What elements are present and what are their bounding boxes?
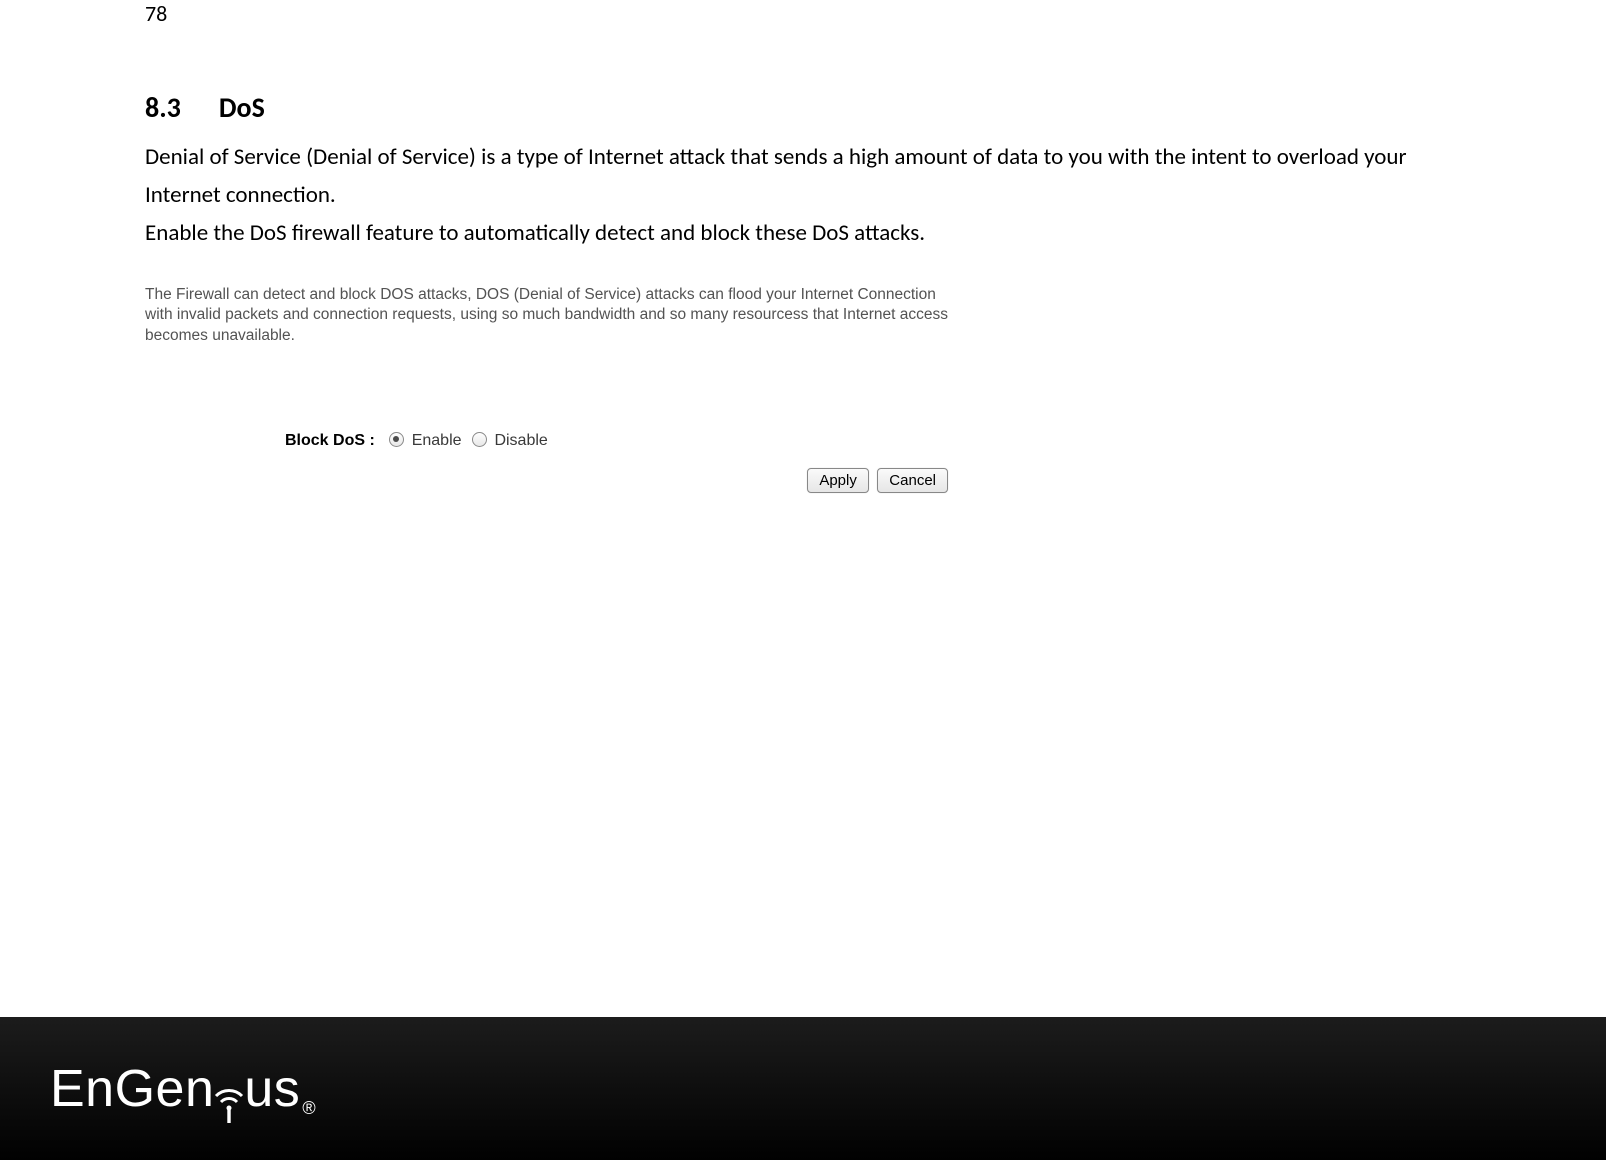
cancel-button[interactable]: Cancel	[877, 468, 948, 493]
block-dos-setting: Block DoS : Enable Disable	[285, 432, 950, 450]
block-dos-label: Block DoS :	[285, 432, 375, 449]
brand-logo: EnGen us ®	[50, 1059, 316, 1119]
page-number: 78	[145, 0, 167, 27]
config-screenshot: The Firewall can detect and block DOS at…	[145, 285, 950, 493]
section-number: 8.3	[145, 90, 181, 125]
button-row: Apply Cancel	[145, 468, 950, 493]
radio-disable-label: Disable	[494, 432, 547, 449]
brand-text-left: EnGen	[50, 1059, 214, 1119]
brand-text-right: us	[244, 1059, 300, 1119]
screenshot-description: The Firewall can detect and block DOS at…	[145, 285, 950, 346]
radio-enable[interactable]	[389, 432, 404, 447]
body-paragraph-2: Enable the DoS firewall feature to autom…	[145, 215, 1465, 253]
apply-button[interactable]: Apply	[807, 468, 869, 493]
body-paragraph-1: Denial of Service (Denial of Service) is…	[145, 139, 1465, 215]
main-content: 8.3 DoS Denial of Service (Denial of Serv…	[145, 90, 1465, 493]
wifi-icon	[212, 1077, 246, 1121]
radio-disable[interactable]	[472, 432, 487, 447]
radio-enable-label: Enable	[412, 432, 462, 449]
section-title: DoS	[219, 90, 265, 125]
section-heading: 8.3 DoS	[145, 90, 1465, 125]
registered-mark: ®	[302, 1098, 316, 1119]
page-footer: EnGen us ®	[0, 1017, 1606, 1160]
